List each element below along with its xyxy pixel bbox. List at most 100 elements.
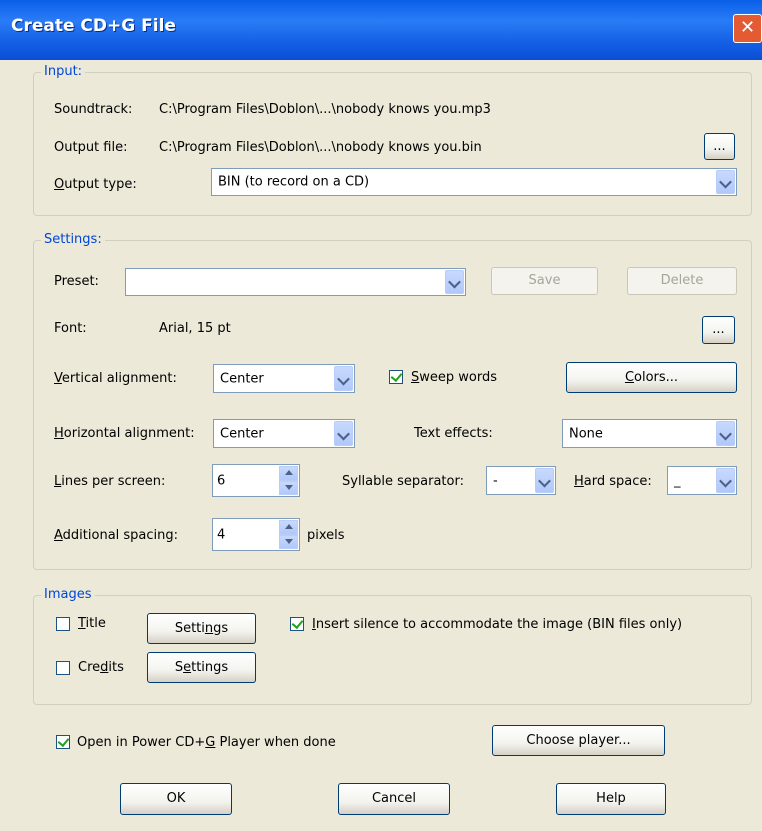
stepper-down-icon[interactable]	[279, 534, 298, 549]
stepper-down-icon[interactable]	[279, 480, 298, 495]
title-bar[interactable]: Create CD+G File ✕	[0, 0, 762, 60]
credits-settings-mnemonic: e	[183, 660, 192, 675]
title-settings-label-post: gs	[213, 621, 229, 636]
title-image-label[interactable]: Title	[78, 615, 106, 632]
choose-player-label: Choose player...	[526, 733, 631, 748]
output-file-label: Output file:	[54, 140, 128, 155]
title-image-settings-button[interactable]: Settings	[147, 613, 256, 644]
insert-silence-checkbox[interactable]	[290, 617, 304, 631]
output-type-value: BIN (to record on a CD)	[218, 174, 370, 190]
window-title: Create CD+G File	[11, 16, 176, 36]
chevron-down-icon[interactable]	[334, 421, 353, 446]
syllable-separator-select[interactable]: -	[486, 466, 556, 495]
credits-settings-label-pre: S	[174, 660, 184, 675]
lines-per-screen-stepper[interactable]: 6	[212, 464, 300, 497]
credits-image-settings-button[interactable]: Settings	[147, 652, 256, 683]
horizontal-alignment-value: Center	[220, 426, 264, 441]
horizontal-mnemonic: H	[54, 426, 64, 441]
credits-settings-label-post: ttings	[191, 660, 229, 675]
output-type-select[interactable]: BIN (to record on a CD)	[211, 168, 737, 196]
close-button[interactable]: ✕	[733, 14, 762, 43]
output-file-browse-button[interactable]: ...	[704, 133, 735, 160]
hard-space-label-rest: ard space:	[583, 474, 652, 489]
additional-spacing-stepper[interactable]: 4	[212, 518, 300, 551]
title-image-checkbox[interactable]	[56, 617, 70, 631]
vertical-alignment-select[interactable]: Center	[213, 364, 355, 393]
chevron-down-icon[interactable]	[716, 421, 735, 446]
hard-space-label: Hard space:	[574, 473, 652, 490]
ok-label: OK	[166, 791, 186, 806]
vertical-alignment-value: Center	[220, 371, 264, 386]
open-in-player-checkbox[interactable]	[56, 735, 70, 749]
soundtrack-label: Soundtrack:	[54, 102, 133, 117]
horizontal-label-rest: orizontal alignment:	[63, 426, 195, 441]
additional-spacing-label: Additional spacing:	[54, 527, 178, 544]
chevron-down-icon[interactable]	[716, 170, 735, 194]
chevron-down-icon[interactable]	[716, 468, 735, 493]
sweep-words-label[interactable]: Sweep words	[411, 369, 497, 386]
syllable-separator-label: Syllable separator:	[342, 474, 464, 489]
lines-label-rest: ines per screen:	[61, 474, 166, 489]
images-legend: Images	[41, 587, 95, 603]
stepper-buttons	[279, 466, 298, 495]
delete-preset-label: Delete	[660, 273, 704, 288]
text-effects-label: Text effects:	[414, 426, 493, 441]
preset-select[interactable]	[125, 268, 466, 296]
hard-space-select[interactable]: _	[667, 466, 737, 495]
chevron-down-icon[interactable]	[445, 270, 464, 294]
credits-image-label[interactable]: Credits	[78, 659, 124, 676]
title-mnemonic: T	[78, 616, 86, 631]
title-label-rest: itle	[85, 616, 106, 631]
insert-silence-label-rest: nsert silence to accommodate the image (…	[315, 617, 683, 632]
close-icon: ✕	[739, 17, 756, 38]
browse-ellipsis: ...	[713, 139, 726, 154]
vertical-alignment-label: Vertical alignment:	[54, 370, 177, 387]
chevron-down-icon[interactable]	[535, 468, 554, 493]
sweep-words-checkbox[interactable]	[389, 370, 403, 384]
font-value: Arial, 15 pt	[159, 321, 231, 336]
insert-silence-label[interactable]: Insert silence to accommodate the image …	[312, 616, 682, 633]
font-browse-button[interactable]: ...	[702, 316, 735, 344]
credits-label-pre: Cre	[78, 660, 101, 675]
hard-space-value: _	[674, 473, 681, 488]
colors-label-rest: olors...	[634, 370, 679, 385]
choose-player-button[interactable]: Choose player...	[492, 725, 665, 756]
title-settings-mnemonic: n	[204, 621, 214, 636]
colors-button[interactable]: Colors...	[566, 362, 737, 393]
stepper-buttons	[279, 520, 298, 549]
colors-mnemonic: C	[624, 370, 635, 385]
open-player-label-pre: Open in Power CD+	[77, 735, 206, 750]
open-in-player-label[interactable]: Open in Power CD+G Player when done	[77, 734, 336, 751]
delete-preset-button[interactable]: Delete	[627, 267, 737, 295]
text-effects-value: None	[569, 426, 603, 441]
cancel-button[interactable]: Cancel	[338, 783, 450, 815]
help-button[interactable]: Help	[556, 783, 666, 815]
font-label: Font:	[54, 321, 87, 336]
font-browse-ellipsis: ...	[712, 322, 725, 337]
pixels-label: pixels	[307, 528, 345, 543]
output-type-label-rest: utput type:	[64, 177, 137, 192]
chevron-down-icon[interactable]	[334, 366, 353, 391]
credits-label-post: its	[108, 660, 124, 675]
images-group	[33, 595, 752, 705]
sweep-label-rest: weep words	[419, 370, 498, 385]
cancel-label: Cancel	[371, 791, 417, 806]
text-effects-select[interactable]: None	[562, 419, 737, 448]
output-type-label: Output type:	[54, 176, 137, 193]
open-player-label-post: Player when done	[215, 735, 336, 750]
input-legend: Input:	[41, 64, 86, 80]
stepper-up-icon[interactable]	[279, 520, 298, 535]
stepper-up-icon[interactable]	[279, 466, 298, 481]
lines-per-screen-label: Lines per screen:	[54, 473, 165, 490]
lines-per-screen-value: 6	[217, 473, 226, 488]
credits-image-checkbox[interactable]	[56, 661, 70, 675]
save-preset-label: Save	[528, 273, 561, 288]
save-preset-button[interactable]: Save	[491, 267, 598, 295]
syllable-separator-value: -	[493, 473, 498, 488]
ok-button[interactable]: OK	[120, 783, 232, 815]
help-label: Help	[596, 791, 626, 806]
preset-label: Preset:	[54, 274, 99, 289]
additional-spacing-value: 4	[217, 527, 226, 542]
additional-mnemonic: A	[54, 528, 63, 543]
horizontal-alignment-select[interactable]: Center	[213, 419, 355, 448]
